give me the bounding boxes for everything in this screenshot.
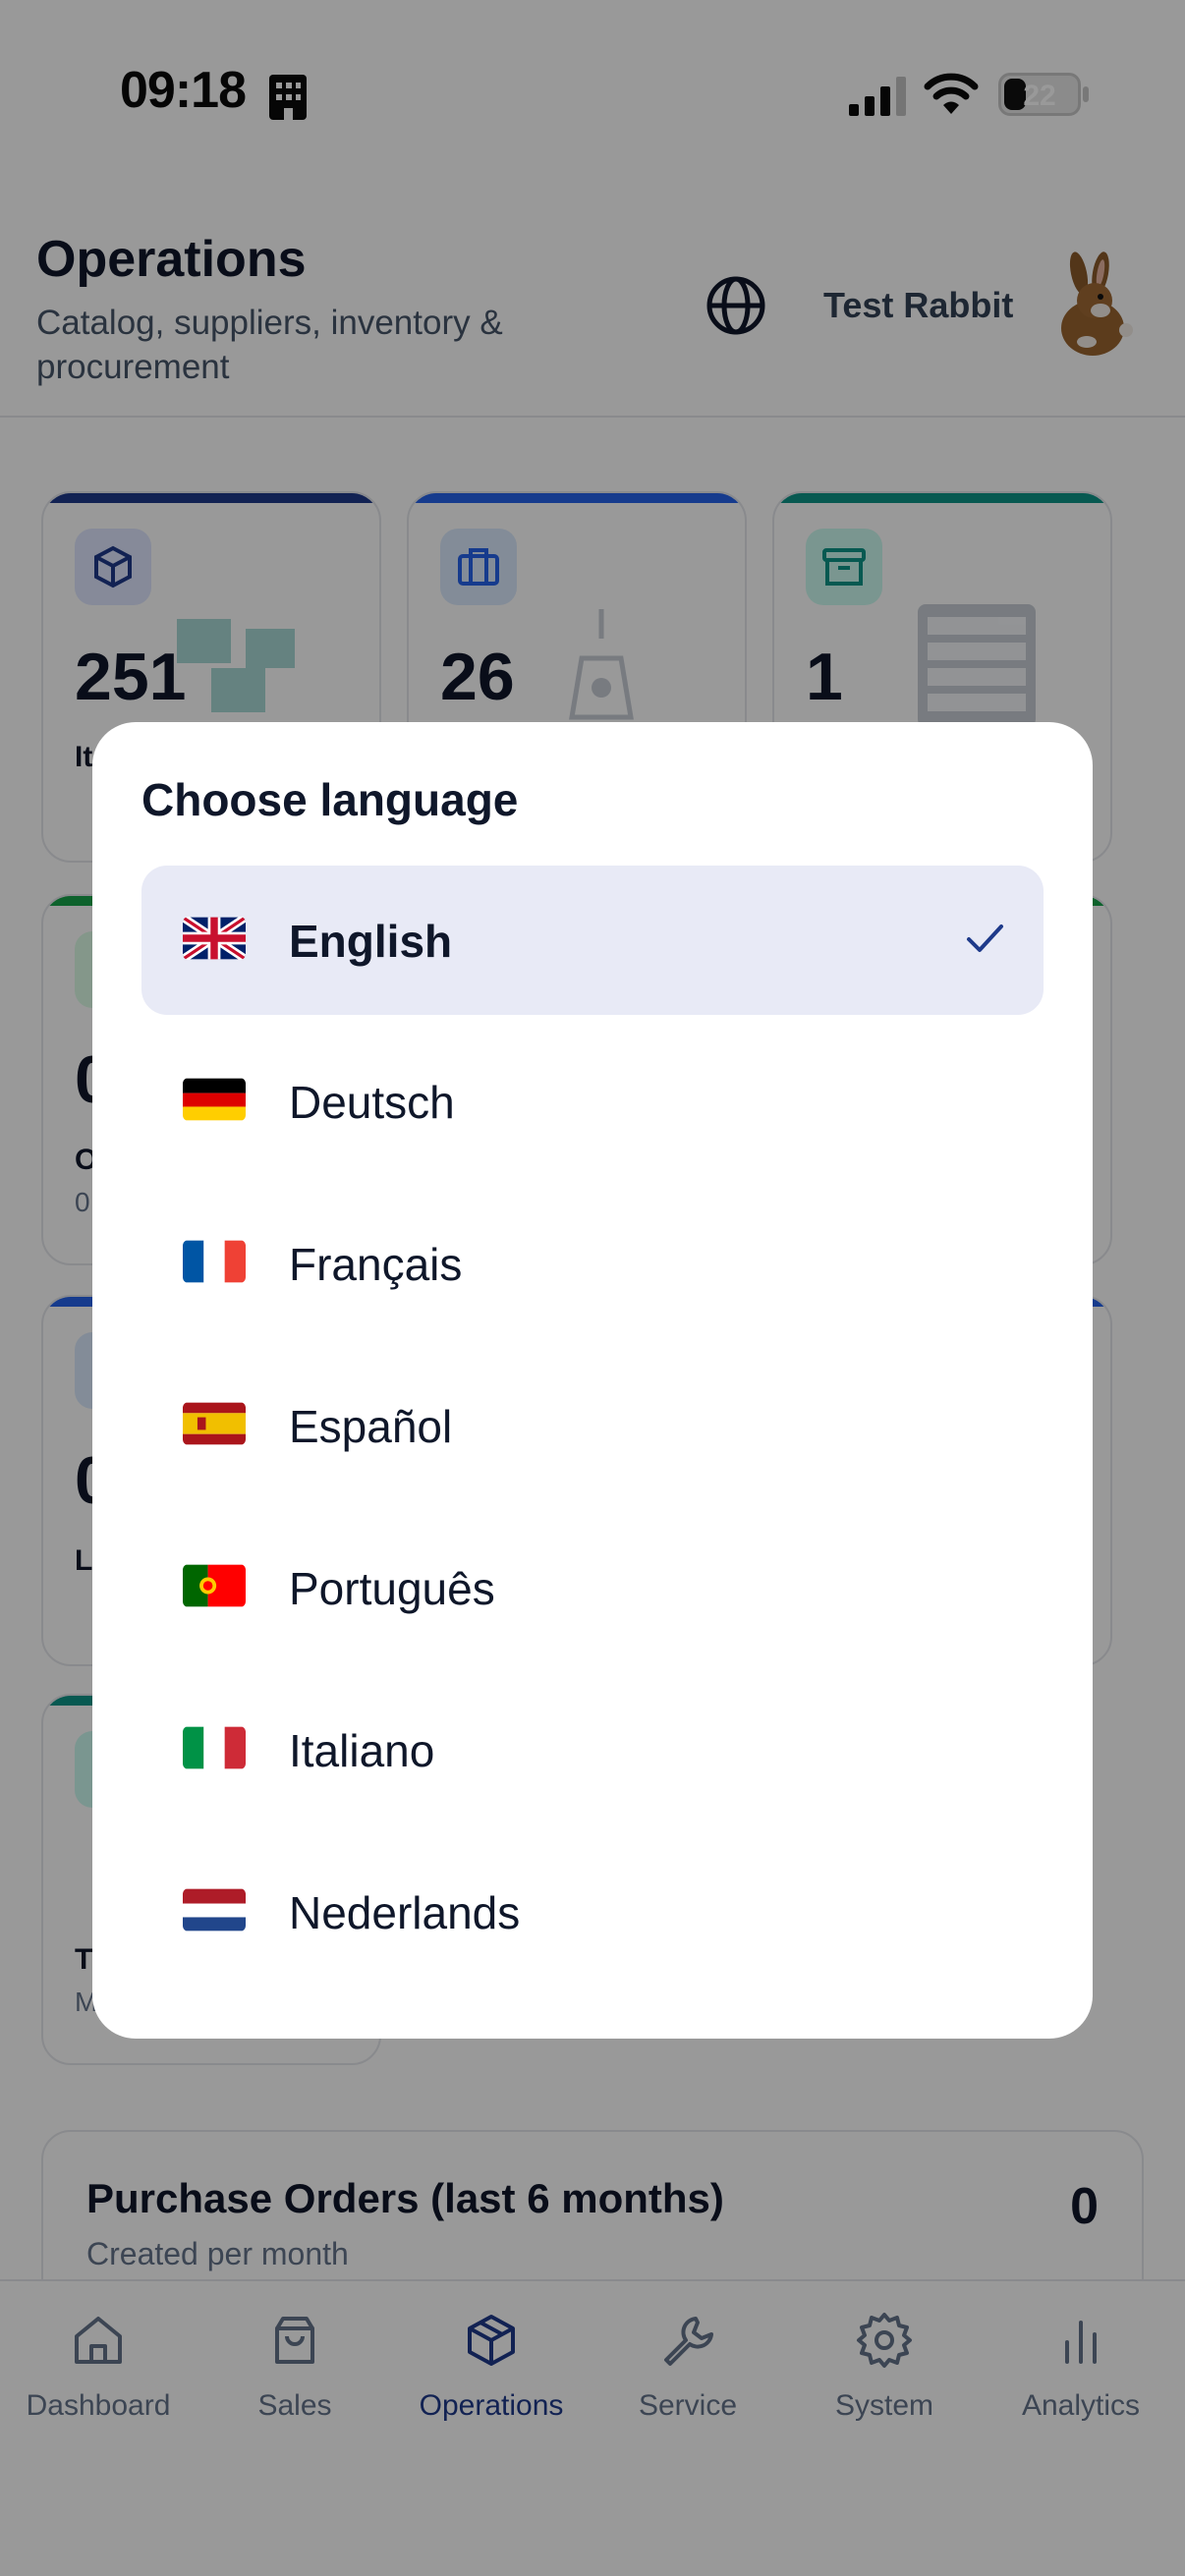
portugal-flag-icon: [183, 1564, 246, 1607]
uk-flag-icon: [183, 917, 246, 960]
language-option-francais[interactable]: Français: [141, 1189, 1044, 1338]
language-label: Nederlands: [289, 1887, 521, 1938]
dialog-title: Choose language: [141, 774, 519, 825]
italy-flag-icon: [183, 1726, 246, 1769]
language-option-nederlands[interactable]: Nederlands: [141, 1837, 1044, 1987]
language-label: Português: [289, 1563, 495, 1614]
language-label: Español: [289, 1401, 453, 1452]
language-option-portugues[interactable]: Português: [141, 1513, 1044, 1662]
spain-flag-icon: [183, 1402, 246, 1445]
check-icon: [967, 924, 1003, 952]
netherlands-flag-icon: [183, 1888, 246, 1932]
language-option-italiano[interactable]: Italiano: [141, 1675, 1044, 1824]
language-option-english[interactable]: English: [141, 866, 1044, 1015]
language-option-deutsch[interactable]: Deutsch: [141, 1027, 1044, 1176]
germany-flag-icon: [183, 1078, 246, 1121]
france-flag-icon: [183, 1240, 246, 1283]
language-option-espanol[interactable]: Español: [141, 1351, 1044, 1500]
language-label: Italiano: [289, 1725, 435, 1776]
language-label: Français: [289, 1239, 463, 1290]
language-label: Deutsch: [289, 1077, 455, 1128]
language-picker-dialog: Choose language English Deutsch Français…: [92, 722, 1093, 2039]
language-label: English: [289, 916, 453, 967]
